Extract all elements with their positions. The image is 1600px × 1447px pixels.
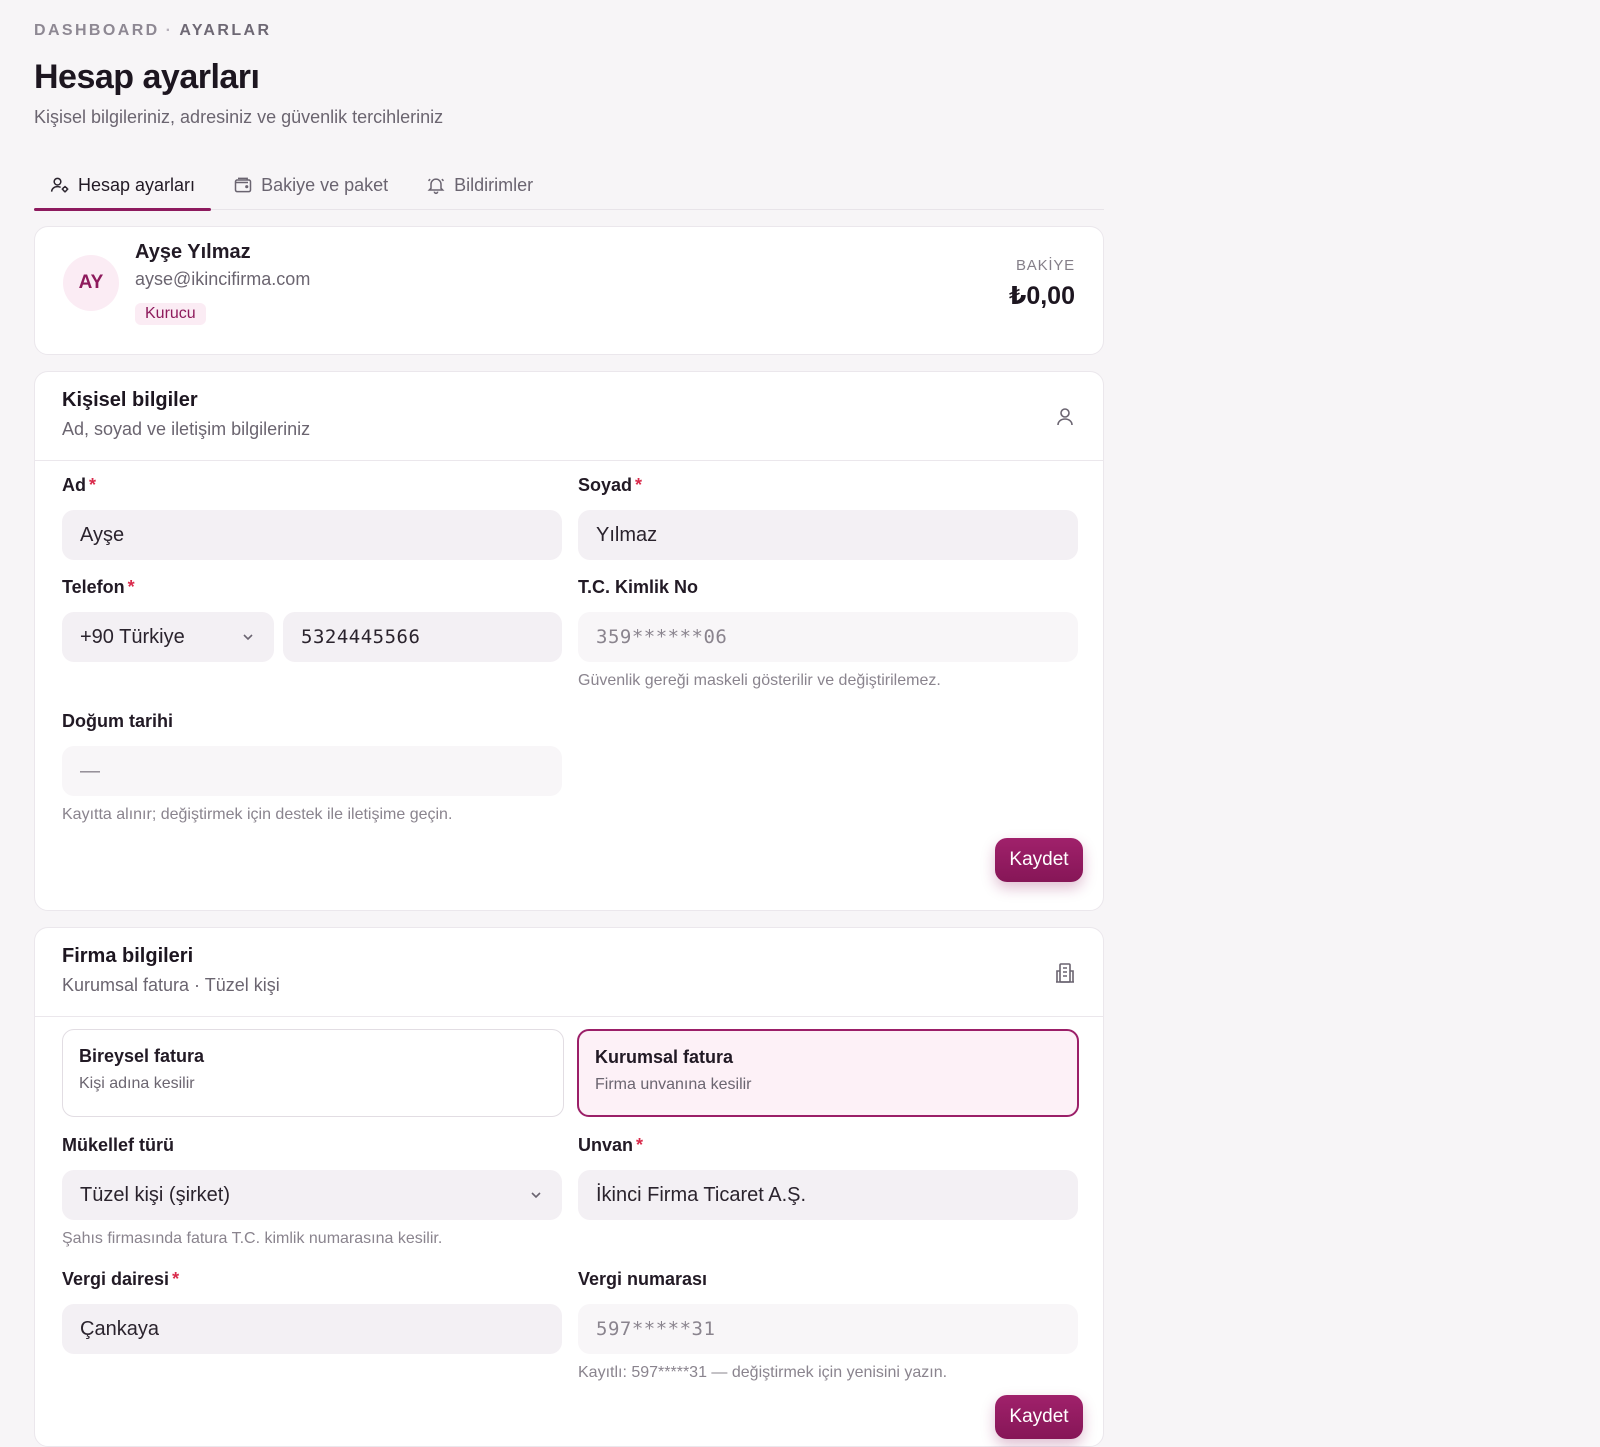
profile-card: AY Ayşe Yılmaz ayse@ikincifirma.com Kuru… [34,226,1104,355]
company-title-label: Unvan * [578,1135,1078,1159]
phone-field: Telefon * +90 Türkiye 5324445566 [62,577,562,662]
chevron-down-icon [531,1192,541,1199]
breadcrumb-separator: · [165,22,174,39]
taxpayer-type-hint: Şahıs firmasında fatura T.C. kimlik numa… [62,1230,443,1247]
company-info-header: Firma bilgileri Kurumsal fatura · Tüzel … [35,928,1103,1017]
company-title-input[interactable]: İkinci Firma Ticaret A.Ş. [578,1170,1078,1220]
breadcrumb-current: AYARLAR [179,22,272,39]
tc-hint: Güvenlik gereği maskeli gösterilir ve de… [578,672,941,689]
last-name-input[interactable]: Yılmaz [578,510,1078,560]
tab-account-settings[interactable]: Hesap ayarları [34,160,212,211]
bell-icon [427,178,445,195]
tc-field: T.C. Kimlik No 359******06 Güvenlik gere… [578,577,1078,690]
avatar: AY [63,255,119,311]
settings-page: DASHBOARD · AYARLAR Hesap ayarları Kişisel… [34,22,1104,1447]
save-personal-button[interactable]: Kaydet [995,838,1083,882]
required-mark: * [127,577,135,597]
breadcrumb-root[interactable]: DASHBOARD [34,22,160,39]
user-settings-icon [50,177,69,193]
required-mark: * [89,475,97,495]
invoice-option-individual[interactable]: Bireysel fatura Kişi adına kesilir [62,1029,564,1117]
tax-office-input[interactable]: Çankaya [62,1304,562,1354]
option-subtitle: Kişi adına kesilir [79,1075,195,1092]
balance-label: BAKİYE [1016,257,1075,274]
tab-notifications[interactable]: Bildirimler [410,160,549,210]
option-title: Bireysel fatura [79,1046,205,1066]
page-subtitle: Kişisel bilgileriniz, adresiniz ve güven… [34,107,444,127]
wallet-icon [234,177,252,193]
tc-label: T.C. Kimlik No [578,577,699,597]
birth-date-field: Doğum tarihi — Kayıtta alınır; değiştirm… [62,711,562,824]
company-title-field: Unvan * İkinci Firma Ticaret A.Ş. [578,1135,1078,1220]
tab-label: Hesap ayarları [78,174,196,195]
section-subtitle: Kurumsal fatura · Tüzel kişi [62,975,280,995]
chevron-down-icon [243,634,253,641]
tax-number-field: Vergi numarası 597*****31 Kayıtlı: 597**… [578,1269,1078,1382]
tab-label: Bildirimler [454,174,534,195]
option-title: Kurumsal fatura [595,1047,734,1067]
building-icon [1056,963,1074,983]
page-title: Hesap ayarları [34,58,260,96]
required-mark: * [635,475,643,495]
birth-date-hint: Kayıtta alınır; değiştirmek için destek … [62,806,453,823]
first-name-input[interactable]: Ayşe [62,510,562,560]
birth-date-input: — [62,746,562,796]
taxpayer-type-field: Mükellef türü Tüzel kişi (şirket) Şahıs … [62,1135,562,1248]
profile-email: ayse@ikincifirma.com [135,269,311,289]
invoice-option-corporate[interactable]: Kurumsal fatura Firma unvanına kesilir [577,1029,1079,1117]
phone-label: Telefon * [62,577,562,601]
country-code-select[interactable]: +90 Türkiye [62,612,274,662]
label-text: Soyad [578,475,633,495]
user-icon [1057,408,1073,426]
personal-info-card: Kişisel bilgiler Ad, soyad ve iletişim b… [34,371,1104,911]
phone-number-input[interactable]: 5324445566 [283,612,562,662]
section-subtitle: Ad, soyad ve iletişim bilgileriniz [62,419,311,439]
birth-date-label: Doğum tarihi [62,711,173,731]
taxpayer-type-label: Mükellef türü [62,1135,175,1155]
label-text: Telefon [62,577,125,597]
taxpayer-type-value: Tüzel kişi (şirket) [80,1183,231,1206]
section-title: Kişisel bilgiler [62,389,198,411]
tax-number-label: Vergi numarası [578,1269,708,1289]
tax-number-input[interactable]: 597*****31 [578,1304,1078,1354]
last-name-field: Soyad * Yılmaz [578,475,1078,560]
tax-office-field: Vergi dairesi * Çankaya [62,1269,562,1354]
label-text: Vergi dairesi [62,1269,170,1289]
role-badge: Kurucu [135,303,206,325]
required-mark: * [172,1269,180,1289]
last-name-label: Soyad * [578,475,1078,499]
taxpayer-type-select[interactable]: Tüzel kişi (şirket) [62,1170,562,1220]
tax-office-label: Vergi dairesi * [62,1269,562,1293]
label-text: Ad [62,475,86,495]
breadcrumb: DASHBOARD · AYARLAR [34,22,1104,44]
tax-number-hint: Kayıtlı: 597*****31 — değiştirmek için y… [578,1364,948,1381]
label-text: Unvan [578,1135,634,1155]
save-company-button[interactable]: Kaydet [995,1395,1083,1439]
phone-inputs: +90 Türkiye 5324445566 [62,601,562,662]
tab-label: Bakiye ve paket [261,174,389,195]
required-mark: * [636,1135,644,1155]
tab-balance-package[interactable]: Bakiye ve paket [217,160,404,210]
profile-name: Ayşe Yılmaz [135,241,251,263]
settings-tabs: Hesap ayarları Bakiye ve paket Bildiriml… [34,160,1104,211]
option-subtitle: Firma unvanına kesilir [595,1076,752,1093]
country-code-value: +90 Türkiye [80,625,185,648]
balance-value: ₺0,00 [1008,282,1075,310]
company-info-card: Firma bilgileri Kurumsal fatura · Tüzel … [34,927,1104,1447]
first-name-field: Ad * Ayşe [62,475,562,560]
first-name-label: Ad * [62,475,562,499]
section-title: Firma bilgileri [62,945,194,967]
tc-input: 359******06 [578,612,1078,662]
personal-info-header: Kişisel bilgiler Ad, soyad ve iletişim b… [35,372,1103,461]
